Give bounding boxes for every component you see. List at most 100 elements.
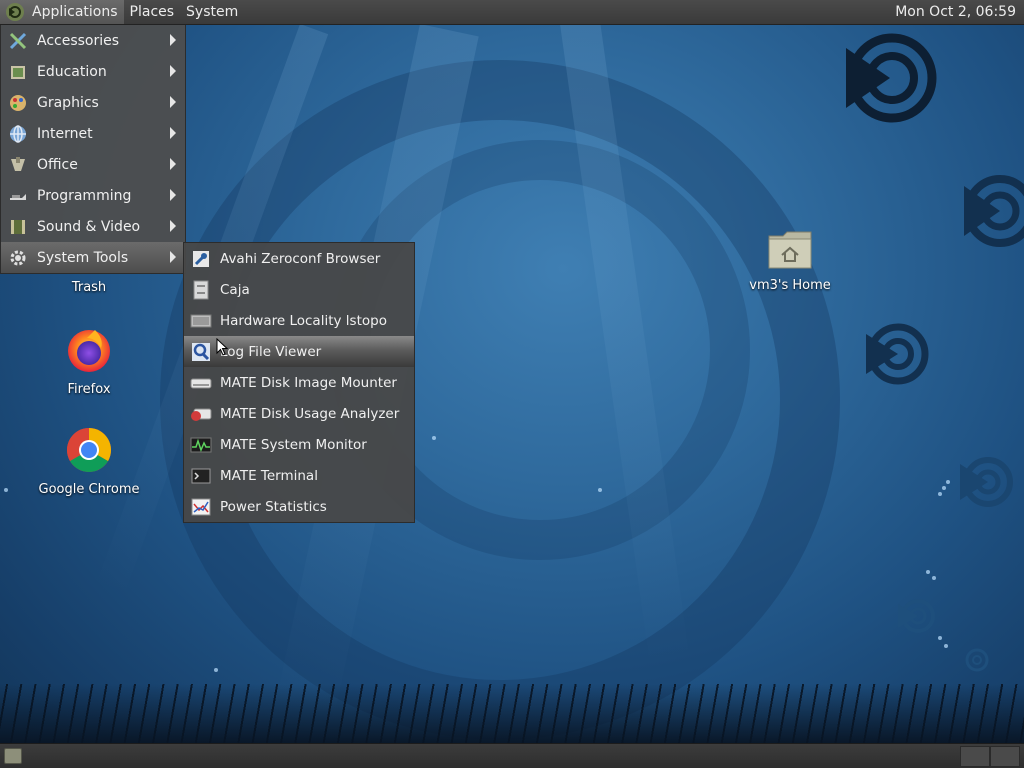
menu-item-accessories[interactable]: Accessories xyxy=(1,25,185,56)
menu-item-label: Graphics xyxy=(37,94,99,111)
wallpaper-bubble xyxy=(932,576,936,580)
submenu-item-label: Caja xyxy=(220,281,250,298)
clock[interactable]: Mon Oct 2, 06:59 xyxy=(895,4,1024,20)
mate-logo-icon xyxy=(6,3,24,21)
firefox-icon xyxy=(68,330,110,372)
submenu-item-label: MATE System Monitor xyxy=(220,436,367,453)
wallpaper-bubble xyxy=(938,636,942,640)
workspace-2-button[interactable] xyxy=(990,746,1020,767)
system-menu-label: System xyxy=(186,4,239,20)
mate-logo-icon xyxy=(964,175,1024,247)
submenu-arrow-icon xyxy=(170,220,176,232)
submenu-item-lstopo[interactable]: Hardware Locality lstopo xyxy=(184,305,414,336)
trash-label: Trash xyxy=(71,280,107,295)
menu-item-graphics[interactable]: Graphics xyxy=(1,87,185,118)
submenu-item-label: MATE Disk Image Mounter xyxy=(220,374,397,391)
file-cabinet-icon xyxy=(190,279,212,301)
office-icon xyxy=(7,154,29,176)
places-menu-button[interactable]: Places xyxy=(124,0,181,24)
menu-item-label: Sound & Video xyxy=(37,218,141,235)
mate-logo-icon xyxy=(898,599,935,633)
submenu-item-disk-mounter[interactable]: MATE Disk Image Mounter xyxy=(184,367,414,398)
submenu-item-label: MATE Terminal xyxy=(220,467,318,484)
hardware-icon xyxy=(190,310,212,332)
graphics-icon xyxy=(7,92,29,114)
menu-item-education[interactable]: Education xyxy=(1,56,185,87)
applications-menu: Accessories Education Graphics Internet xyxy=(0,25,186,274)
submenu-arrow-icon xyxy=(170,127,176,139)
mate-logo-icon xyxy=(960,457,1013,507)
system-monitor-icon xyxy=(190,434,212,456)
places-menu-label: Places xyxy=(129,4,175,20)
menu-item-system-tools[interactable]: System Tools xyxy=(1,242,185,273)
chrome-icon xyxy=(67,428,111,472)
workspace-1-button[interactable] xyxy=(960,746,990,767)
submenu-item-label: MATE Disk Usage Analyzer xyxy=(220,405,400,422)
menu-item-label: System Tools xyxy=(37,249,129,266)
submenu-item-avahi[interactable]: Avahi Zeroconf Browser xyxy=(184,243,414,274)
mouse-pointer-icon xyxy=(216,338,228,356)
wallpaper-bubble xyxy=(4,488,8,492)
home-folder-desktop-icon[interactable]: vm3's Home xyxy=(735,228,845,293)
submenu-item-label: Log File Viewer xyxy=(220,343,322,360)
mate-logo-icon xyxy=(846,33,937,123)
firefox-label: Firefox xyxy=(67,382,111,397)
menu-item-internet[interactable]: Internet xyxy=(1,118,185,149)
desktop-screen: Applications Places System Mon Oct 2, 06… xyxy=(0,0,1024,768)
submenu-arrow-icon xyxy=(170,158,176,170)
wallpaper-bubble xyxy=(214,668,218,672)
chrome-label: Google Chrome xyxy=(38,482,140,497)
education-icon xyxy=(7,61,29,83)
disk-usage-icon xyxy=(190,403,212,425)
menu-item-label: Accessories xyxy=(37,32,120,49)
wallpaper-bubble xyxy=(944,644,948,648)
menu-item-sound-video[interactable]: Sound & Video xyxy=(1,211,185,242)
bottom-panel xyxy=(0,743,1024,768)
menu-item-label: Office xyxy=(37,156,78,173)
submenu-item-terminal[interactable]: MATE Terminal xyxy=(184,460,414,491)
wallpaper-bubble xyxy=(938,492,942,496)
submenu-arrow-icon xyxy=(170,251,176,263)
programming-icon xyxy=(7,185,29,207)
terminal-icon xyxy=(190,465,212,487)
applications-menu-label: Applications xyxy=(32,4,118,20)
menu-item-label: Internet xyxy=(37,125,93,142)
system-tools-icon xyxy=(7,247,29,269)
submenu-arrow-icon xyxy=(170,65,176,77)
avahi-icon xyxy=(190,248,212,270)
menu-item-label: Education xyxy=(37,63,107,80)
home-folder-label: vm3's Home xyxy=(749,278,831,293)
internet-icon xyxy=(7,123,29,145)
submenu-item-label: Power Statistics xyxy=(220,498,327,515)
wallpaper-bubble xyxy=(946,480,950,484)
home-folder-icon xyxy=(768,231,812,269)
accessories-icon xyxy=(7,30,29,52)
applications-menu-button[interactable]: Applications xyxy=(0,0,124,24)
trash-desktop-icon[interactable]: Trash xyxy=(34,276,144,295)
wallpaper-bubble xyxy=(926,570,930,574)
disk-mounter-icon xyxy=(190,372,212,394)
wallpaper-bubble xyxy=(942,486,946,490)
submenu-item-power-statistics[interactable]: Power Statistics xyxy=(184,491,414,522)
system-tools-submenu: Avahi Zeroconf Browser Caja Hardware Loc… xyxy=(183,242,415,523)
firefox-desktop-icon[interactable]: Firefox xyxy=(34,326,144,397)
chrome-desktop-icon[interactable]: Google Chrome xyxy=(34,426,144,497)
submenu-arrow-icon xyxy=(170,189,176,201)
wallpaper-grass xyxy=(0,684,1024,744)
show-desktop-icon[interactable] xyxy=(4,748,22,764)
menu-item-office[interactable]: Office xyxy=(1,149,185,180)
submenu-arrow-icon xyxy=(170,34,176,46)
wallpaper-bubble xyxy=(598,488,602,492)
submenu-item-label: Avahi Zeroconf Browser xyxy=(220,250,381,267)
submenu-item-system-monitor[interactable]: MATE System Monitor xyxy=(184,429,414,460)
wallpaper-bubble xyxy=(432,436,436,440)
menu-item-label: Programming xyxy=(37,187,132,204)
top-panel: Applications Places System Mon Oct 2, 06… xyxy=(0,0,1024,25)
mate-logo-icon xyxy=(866,323,929,385)
submenu-item-disk-usage[interactable]: MATE Disk Usage Analyzer xyxy=(184,398,414,429)
submenu-arrow-icon xyxy=(170,96,176,108)
menu-item-programming[interactable]: Programming xyxy=(1,180,185,211)
system-menu-button[interactable]: System xyxy=(180,0,244,24)
submenu-item-caja[interactable]: Caja xyxy=(184,274,414,305)
sound-video-icon xyxy=(7,216,29,238)
